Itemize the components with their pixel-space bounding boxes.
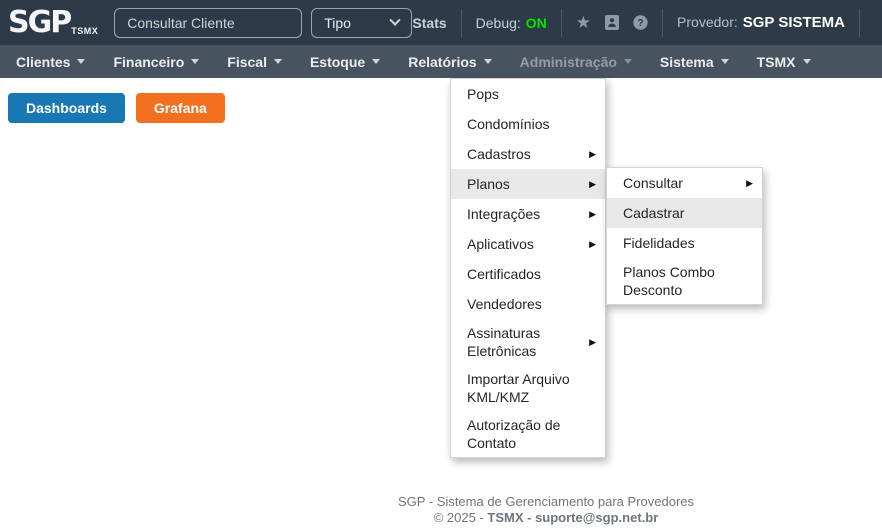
debug-label: Debug: — [476, 15, 521, 31]
nav-item-label: TSMX — [757, 54, 796, 70]
menu-item-label: Planos — [467, 175, 581, 193]
nav-item-clientes[interactable]: Clientes — [2, 45, 99, 78]
nav-item-tsmx[interactable]: TSMX — [743, 45, 825, 78]
nav-item-fiscal[interactable]: Fiscal — [213, 45, 296, 78]
menu-item-label: Autorização de Contato — [467, 416, 596, 452]
menu-item-pops[interactable]: Pops — [451, 79, 605, 109]
menu-item-vendedores[interactable]: Vendedores — [451, 289, 605, 319]
debug-status: Debug: ON — [476, 15, 547, 31]
menu-item-autorizacao-de-contato[interactable]: Autorização de Contato — [451, 411, 605, 457]
type-select[interactable]: Tipo — [311, 8, 412, 38]
nav-item-estoque[interactable]: Estoque — [296, 45, 394, 78]
submenu-arrow-icon: ▶ — [589, 205, 596, 223]
chevron-down-icon — [390, 14, 401, 25]
chevron-down-icon — [624, 59, 632, 64]
divider — [662, 9, 663, 37]
nav-item-relatorios[interactable]: Relatórios — [394, 45, 505, 78]
type-select-value: Tipo — [324, 15, 351, 31]
debug-value: ON — [526, 15, 547, 31]
divider — [859, 9, 860, 37]
menu-item-fidelidades[interactable]: Fidelidades — [607, 228, 762, 258]
footer-support-email: TSMX - suporte@sgp.net.br — [487, 510, 658, 525]
chevron-down-icon — [721, 59, 729, 64]
dashboards-button[interactable]: Dashboards — [8, 93, 125, 123]
content-buttons: Dashboards Grafana — [8, 93, 225, 123]
menu-item-label: Integrações — [467, 205, 581, 223]
menu-item-aplicativos[interactable]: Aplicativos ▶ — [451, 229, 605, 259]
chevron-down-icon — [372, 59, 380, 64]
planos-submenu: Consultar ▶ Cadastrar Fidelidades Planos Com… — [606, 167, 763, 305]
menu-item-label: Pops — [467, 85, 596, 103]
provider-value: SGP SISTEMA — [743, 14, 845, 31]
submenu-arrow-icon: ▶ — [746, 174, 753, 192]
nav-item-label: Fiscal — [227, 54, 267, 70]
topbar-icons: ★? — [576, 14, 648, 31]
nav-item-label: Relatórios — [408, 54, 476, 70]
menu-item-label: Assinaturas Eletrônicas — [467, 324, 581, 360]
nav-item-label: Estoque — [310, 54, 365, 70]
administracao-dropdown-menu: PopsCondomíniosCadastros▶Planos▶Integraç… — [450, 78, 606, 458]
favorites-star-icon[interactable]: ★ — [576, 14, 591, 31]
menu-item-assinaturas-eletronicas[interactable]: Assinaturas Eletrônicas ▶ — [451, 319, 605, 365]
nav-item-sistema[interactable]: Sistema — [646, 45, 743, 78]
search-input[interactable] — [114, 8, 302, 38]
menu-item-importar-arquivo-kml-kmz[interactable]: Importar Arquivo KML/KMZ — [451, 365, 605, 411]
topbar: SGP TSMX Tipo Stats Debug: ON ★? Provedo… — [0, 0, 882, 45]
menu-item-cadastrar[interactable]: Cadastrar — [607, 198, 762, 228]
svg-text:?: ? — [637, 18, 643, 29]
divider — [561, 9, 562, 37]
divider — [461, 9, 462, 37]
footer-copyright: © 2025 - — [434, 510, 488, 525]
submenu-arrow-icon: ▶ — [589, 333, 596, 351]
help-question-icon[interactable]: ? — [633, 15, 648, 30]
nav-item-label: Administração — [520, 54, 617, 70]
nav-item-financeiro[interactable]: Financeiro — [99, 45, 213, 78]
menu-item-cadastros[interactable]: Cadastros ▶ — [451, 139, 605, 169]
nav-item-label: Sistema — [660, 54, 714, 70]
chevron-down-icon — [77, 59, 85, 64]
submenu-arrow-icon: ▶ — [589, 145, 596, 163]
submenu-arrow-icon: ▶ — [589, 175, 596, 193]
chevron-down-icon — [484, 59, 492, 64]
submenu-arrow-icon: ▶ — [589, 235, 596, 253]
menu-item-label: Vendedores — [467, 295, 596, 313]
menu-item-label: Condomínios — [467, 115, 596, 133]
sgp-logo[interactable]: SGP TSMX — [8, 9, 98, 37]
nav-item-label: Clientes — [16, 54, 70, 70]
chevron-down-icon — [274, 59, 282, 64]
menu-item-planos[interactable]: Planos ▶ — [451, 169, 605, 199]
nav-item-label: Financeiro — [113, 54, 184, 70]
menu-item-certificados[interactable]: Certificados — [451, 259, 605, 289]
footer: SGP - Sistema de Gerenciamento para Prov… — [0, 494, 882, 526]
menu-item-label: Cadastros — [467, 145, 581, 163]
provider-label: Provedor: — [677, 14, 738, 30]
menu-item-integracoes[interactable]: Integrações ▶ — [451, 199, 605, 229]
grafana-button[interactable]: Grafana — [136, 93, 225, 123]
sgp-logo-subtext: TSMX — [71, 26, 98, 36]
topbar-right: Stats Debug: ON ★? Provedor: SGP SISTEMA — [412, 9, 874, 37]
menu-item-condominios[interactable]: Condomínios — [451, 109, 605, 139]
menu-item-label: Cadastrar — [623, 204, 753, 222]
nav-item-administracao[interactable]: Administração — [506, 45, 646, 78]
menu-item-label: Planos Combo Desconto — [623, 263, 753, 299]
menu-item-label: Fidelidades — [623, 234, 753, 252]
chevron-down-icon — [191, 59, 199, 64]
provider-info: Provedor: SGP SISTEMA — [677, 14, 845, 31]
menu-item-label: Consultar — [623, 174, 738, 192]
sgp-logo-text: SGP — [8, 9, 70, 37]
contact-badge-icon[interactable] — [605, 15, 619, 30]
stats-link[interactable]: Stats — [412, 15, 446, 31]
main-nav: Clientes Financeiro Fiscal Estoque Relatório… — [0, 45, 882, 78]
menu-item-planos-combo-desconto[interactable]: Planos Combo Desconto — [607, 258, 762, 304]
menu-item-consultar[interactable]: Consultar ▶ — [607, 168, 762, 198]
footer-line2: © 2025 - TSMX - suporte@sgp.net.br — [210, 510, 882, 526]
footer-line1: SGP - Sistema de Gerenciamento para Prov… — [210, 494, 882, 510]
menu-item-label: Certificados — [467, 265, 596, 283]
menu-item-label: Aplicativos — [467, 235, 581, 253]
chevron-down-icon — [803, 59, 811, 64]
menu-item-label: Importar Arquivo KML/KMZ — [467, 370, 596, 406]
